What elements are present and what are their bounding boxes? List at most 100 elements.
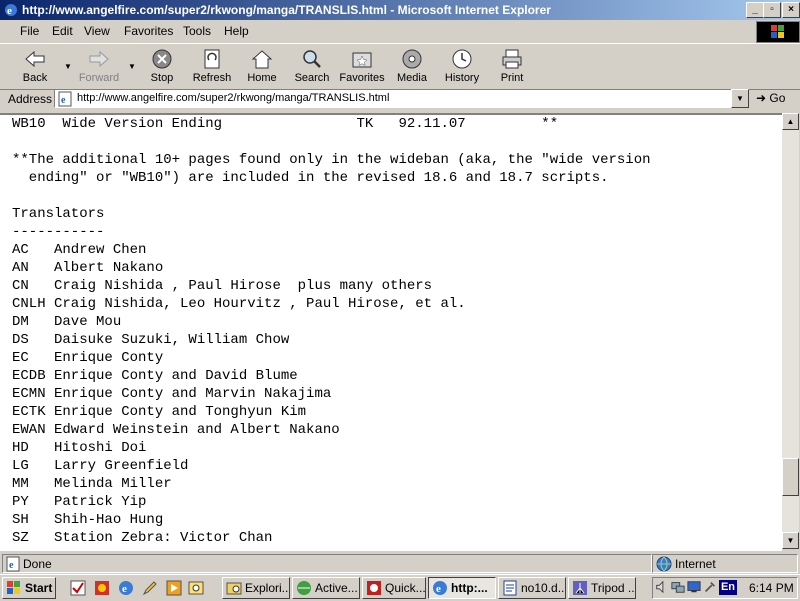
home-button[interactable]: Home [237, 48, 287, 88]
tripod-icon [573, 581, 587, 595]
clock[interactable]: 6:14 PM [749, 581, 794, 595]
windows-flag-icon [7, 581, 20, 594]
title-bar: e http://www.angelfire.com/super2/rkwong… [0, 0, 800, 20]
content-line: ----------- [12, 224, 105, 240]
page-done-icon: e [6, 556, 20, 572]
network-icon[interactable] [671, 580, 685, 594]
status-text: Done [23, 557, 52, 571]
search-icon [303, 50, 321, 68]
content-line: ECDB Enrique Conty and David Blume [12, 368, 298, 384]
task-activeworlds[interactable]: Active... [292, 577, 360, 599]
ie-icon: e [5, 4, 17, 17]
quick-launch-check-icon[interactable] [70, 580, 86, 596]
task-quicktime[interactable]: Quick... [362, 577, 426, 599]
history-button[interactable]: History [437, 48, 487, 88]
task-tripod[interactable]: Tripod ... [568, 577, 636, 599]
svg-text:e: e [61, 95, 66, 106]
forward-arrow-icon [89, 50, 109, 68]
content-line: ECTK Enrique Conty and Tonghyun Kim [12, 404, 307, 420]
address-url: http://www.angelfire.com/super2/rkwong/m… [77, 92, 390, 104]
content-line: CNLH Craig Nishida, Leo Hourvitz , Paul … [12, 296, 466, 312]
forward-dropdown-icon[interactable]: ▼ [128, 62, 136, 71]
security-zone-panel: Internet [652, 554, 798, 573]
language-indicator[interactable]: En [719, 580, 737, 595]
media-button[interactable]: Media [387, 48, 437, 88]
quick-launch-pencil-icon[interactable] [142, 580, 158, 596]
content-line: AC Andrew Chen [12, 242, 147, 258]
document-icon [503, 580, 517, 596]
content-line: PY Patrick Yip [12, 494, 147, 510]
content-line: SZ Station Zebra: Victor Chan [12, 530, 273, 546]
search-button[interactable]: Search [287, 48, 337, 88]
go-button[interactable]: ➜ Go [756, 91, 785, 105]
task-explorer[interactable]: Explori... [222, 577, 290, 599]
forward-button[interactable]: Forward [74, 48, 124, 88]
printer-icon [502, 49, 522, 69]
maximize-button[interactable]: ▫ [763, 2, 781, 18]
menu-file[interactable]: File [20, 24, 39, 38]
standard-toolbar: Back ▼ Forward ▼ Stop Refresh Home Searc… [0, 43, 800, 90]
globe-icon [656, 556, 672, 572]
menu-favorites[interactable]: Favorites [124, 24, 173, 38]
volume-icon[interactable] [655, 580, 669, 594]
go-label: Go [769, 91, 786, 105]
svg-text:e: e [436, 583, 441, 595]
status-bar: e Done Internet [0, 553, 800, 573]
svg-text:e: e [122, 583, 127, 595]
address-dropdown-button[interactable]: ▼ [731, 89, 749, 108]
address-input[interactable]: e http://www.angelfire.com/super2/rkwong… [54, 89, 732, 108]
menu-help[interactable]: Help [224, 24, 249, 38]
go-arrow-icon: ➜ [756, 91, 767, 105]
task-internet-explorer[interactable]: e http:... [428, 577, 496, 599]
status-text-panel: e Done [2, 554, 652, 573]
explorer-icon [226, 582, 242, 595]
menu-tools[interactable]: Tools [183, 24, 211, 38]
content-line: ECMN Enrique Conty and Marvin Nakajima [12, 386, 332, 402]
quick-launch-search-icon[interactable] [188, 580, 204, 596]
content-line: **The additional 10+ pages found only in… [12, 152, 651, 168]
content-line: SH Shih-Hao Hung [12, 512, 164, 528]
menu-view[interactable]: View [84, 24, 110, 38]
stop-button[interactable]: Stop [137, 48, 187, 88]
svg-text:e: e [9, 560, 14, 571]
content-line: MM Melinda Miller [12, 476, 172, 492]
content-line: Translators [12, 206, 105, 222]
windows-logo [756, 21, 800, 43]
content-line: CN Craig Nishida , Paul Hirose plus many… [12, 278, 433, 294]
page-content: WB10 Wide Version Ending TK 92.11.07 ** … [0, 113, 782, 551]
scroll-thumb[interactable] [782, 458, 799, 496]
windows-flag-icon [771, 25, 784, 38]
close-button[interactable]: × [782, 2, 800, 18]
scroll-up-button[interactable]: ▲ [782, 113, 799, 130]
tool-icon[interactable] [703, 580, 717, 594]
favorites-button[interactable]: Favorites [337, 48, 387, 88]
quick-launch-ie-icon[interactable]: e [118, 580, 134, 596]
vertical-scrollbar[interactable]: ▲ ▼ [782, 113, 799, 549]
quick-launch-media-icon[interactable] [166, 580, 182, 596]
media-icon [402, 49, 422, 69]
page-icon: e [58, 91, 72, 107]
content-line: DS Daisuke Suzuki, William Chow [12, 332, 290, 348]
menu-edit[interactable]: Edit [52, 24, 73, 38]
taskbar: Start e Explori... Active... Quick... e … [0, 574, 800, 601]
content-line: LG Larry Greenfield [12, 458, 189, 474]
task-word-document[interactable]: no10.d... [498, 577, 566, 599]
history-clock-icon [452, 49, 472, 69]
back-dropdown-icon[interactable]: ▼ [64, 62, 72, 71]
minimize-button[interactable]: _ [746, 2, 764, 18]
display-icon[interactable] [687, 580, 701, 594]
content-line: WB10 Wide Version Ending TK 92.11.07 ** [12, 116, 559, 132]
scroll-down-button[interactable]: ▼ [782, 532, 799, 549]
back-button[interactable]: Back [10, 48, 60, 88]
print-button[interactable]: Print [487, 48, 537, 88]
content-line: ending" or "WB10") are included in the r… [12, 170, 609, 186]
refresh-button[interactable]: Refresh [187, 48, 237, 88]
content-line: DM Dave Mou [12, 314, 122, 330]
address-label: Address [8, 92, 53, 106]
quick-launch-paint-icon[interactable] [94, 580, 110, 596]
content-line: EWAN Edward Weinstein and Albert Nakano [12, 422, 340, 438]
content-line: EC Enrique Conty [12, 350, 164, 366]
start-button[interactable]: Start [2, 577, 56, 599]
preformatted-text: WB10 Wide Version Ending TK 92.11.07 ** … [12, 115, 651, 547]
activeworlds-icon [297, 581, 311, 595]
